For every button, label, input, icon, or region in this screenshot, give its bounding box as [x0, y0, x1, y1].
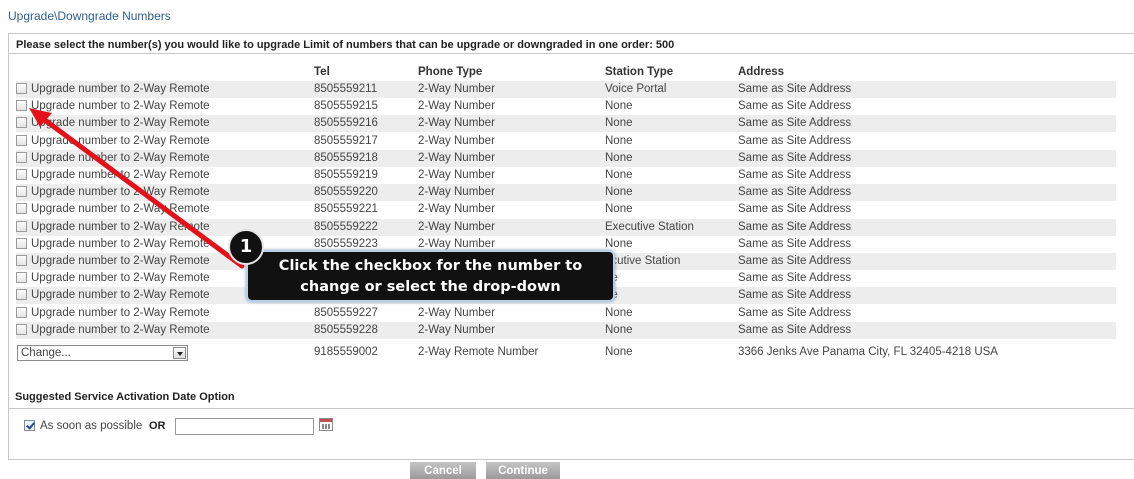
- callout-line-2: change or select the drop-down: [300, 279, 561, 295]
- callout-step-number: 1: [228, 229, 264, 265]
- instruction-callout: Click the checkbox for the number to cha…: [246, 250, 615, 302]
- annotation-arrow: [29, 108, 245, 269]
- callout-line-1: Click the checkbox for the number to: [278, 258, 583, 274]
- arrow-shaft: [35, 112, 245, 269]
